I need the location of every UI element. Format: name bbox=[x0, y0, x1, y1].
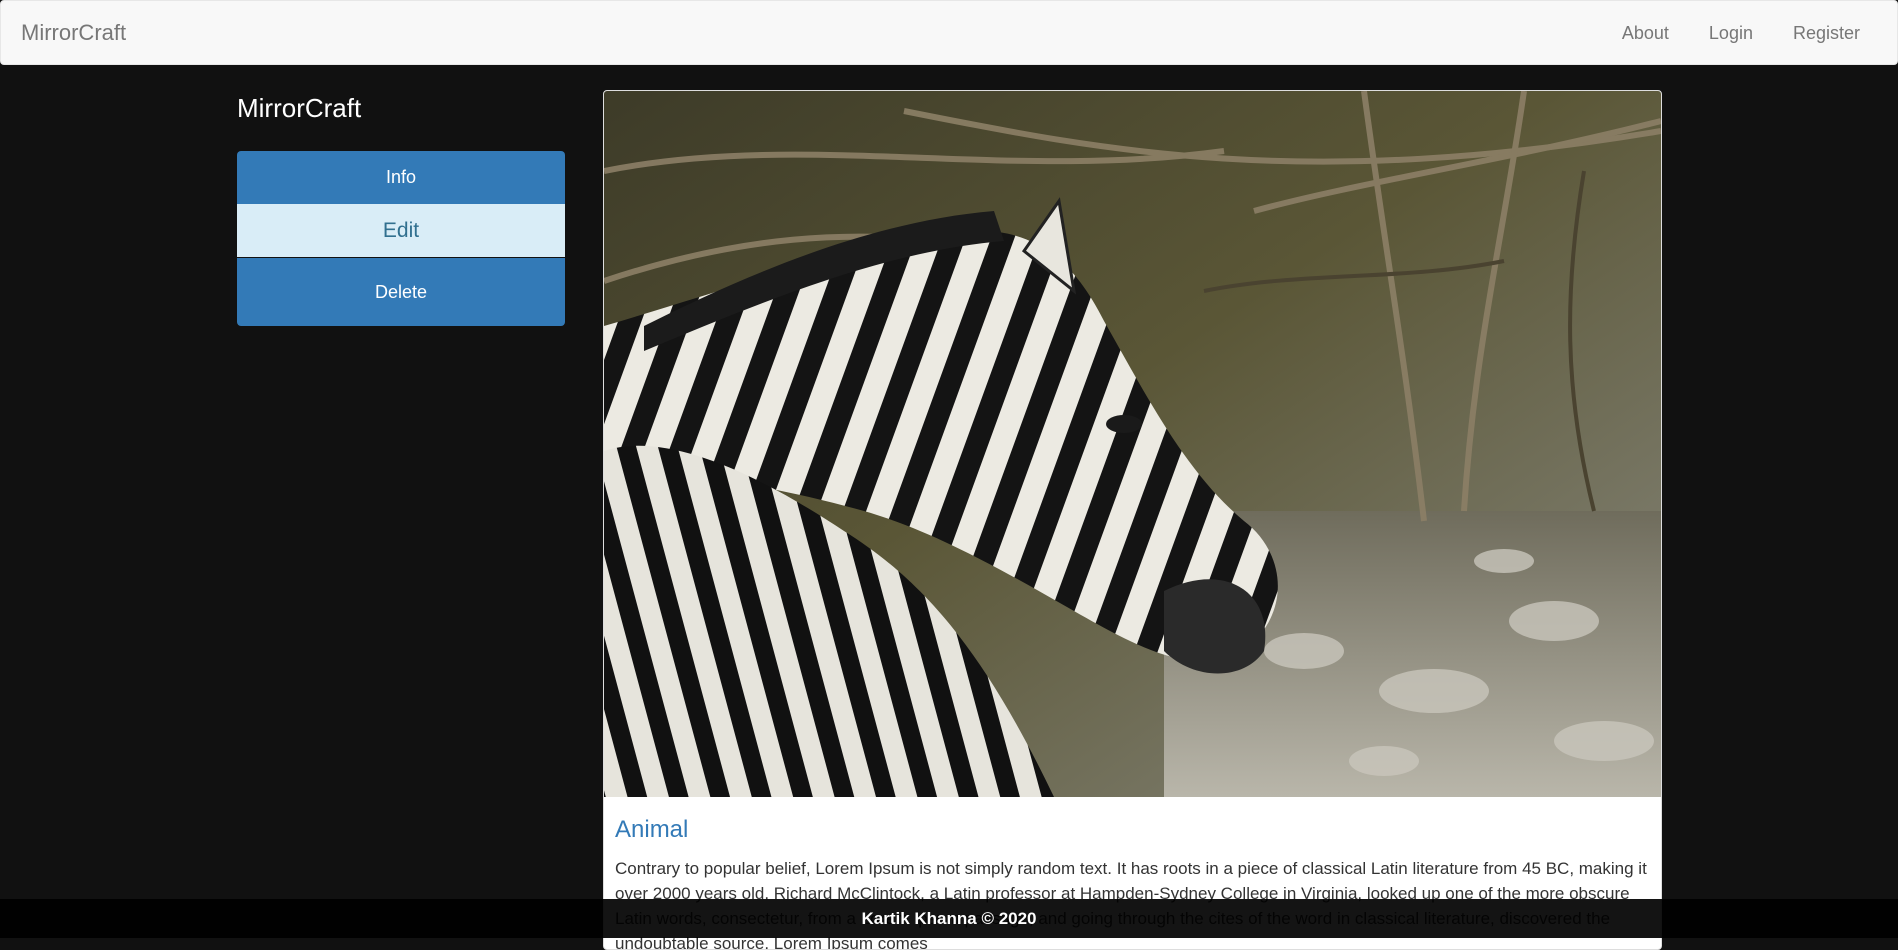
sidebar-title: MirrorCraft bbox=[237, 93, 362, 123]
post-title: Animal bbox=[615, 816, 689, 843]
footer-text: Kartik Khanna © 2020 bbox=[861, 909, 1037, 928]
delete-button[interactable]: Delete bbox=[237, 258, 565, 326]
post-card: Animal Contrary to popular belief, Lorem… bbox=[603, 90, 1662, 950]
info-button[interactable]: Info bbox=[237, 151, 565, 204]
nav-link-about[interactable]: About bbox=[1622, 21, 1669, 45]
navbar-brand[interactable]: MirrorCraft bbox=[21, 21, 126, 45]
edit-button[interactable]: Edit bbox=[237, 204, 565, 257]
nav-link-register[interactable]: Register bbox=[1793, 21, 1860, 45]
post-image bbox=[604, 91, 1661, 797]
nav-link-login[interactable]: Login bbox=[1709, 21, 1753, 45]
top-navbar: MirrorCraft About Login Register bbox=[0, 0, 1898, 65]
page-footer: Kartik Khanna © 2020 bbox=[0, 899, 1898, 938]
navbar-links: About Login Register bbox=[1582, 21, 1860, 45]
